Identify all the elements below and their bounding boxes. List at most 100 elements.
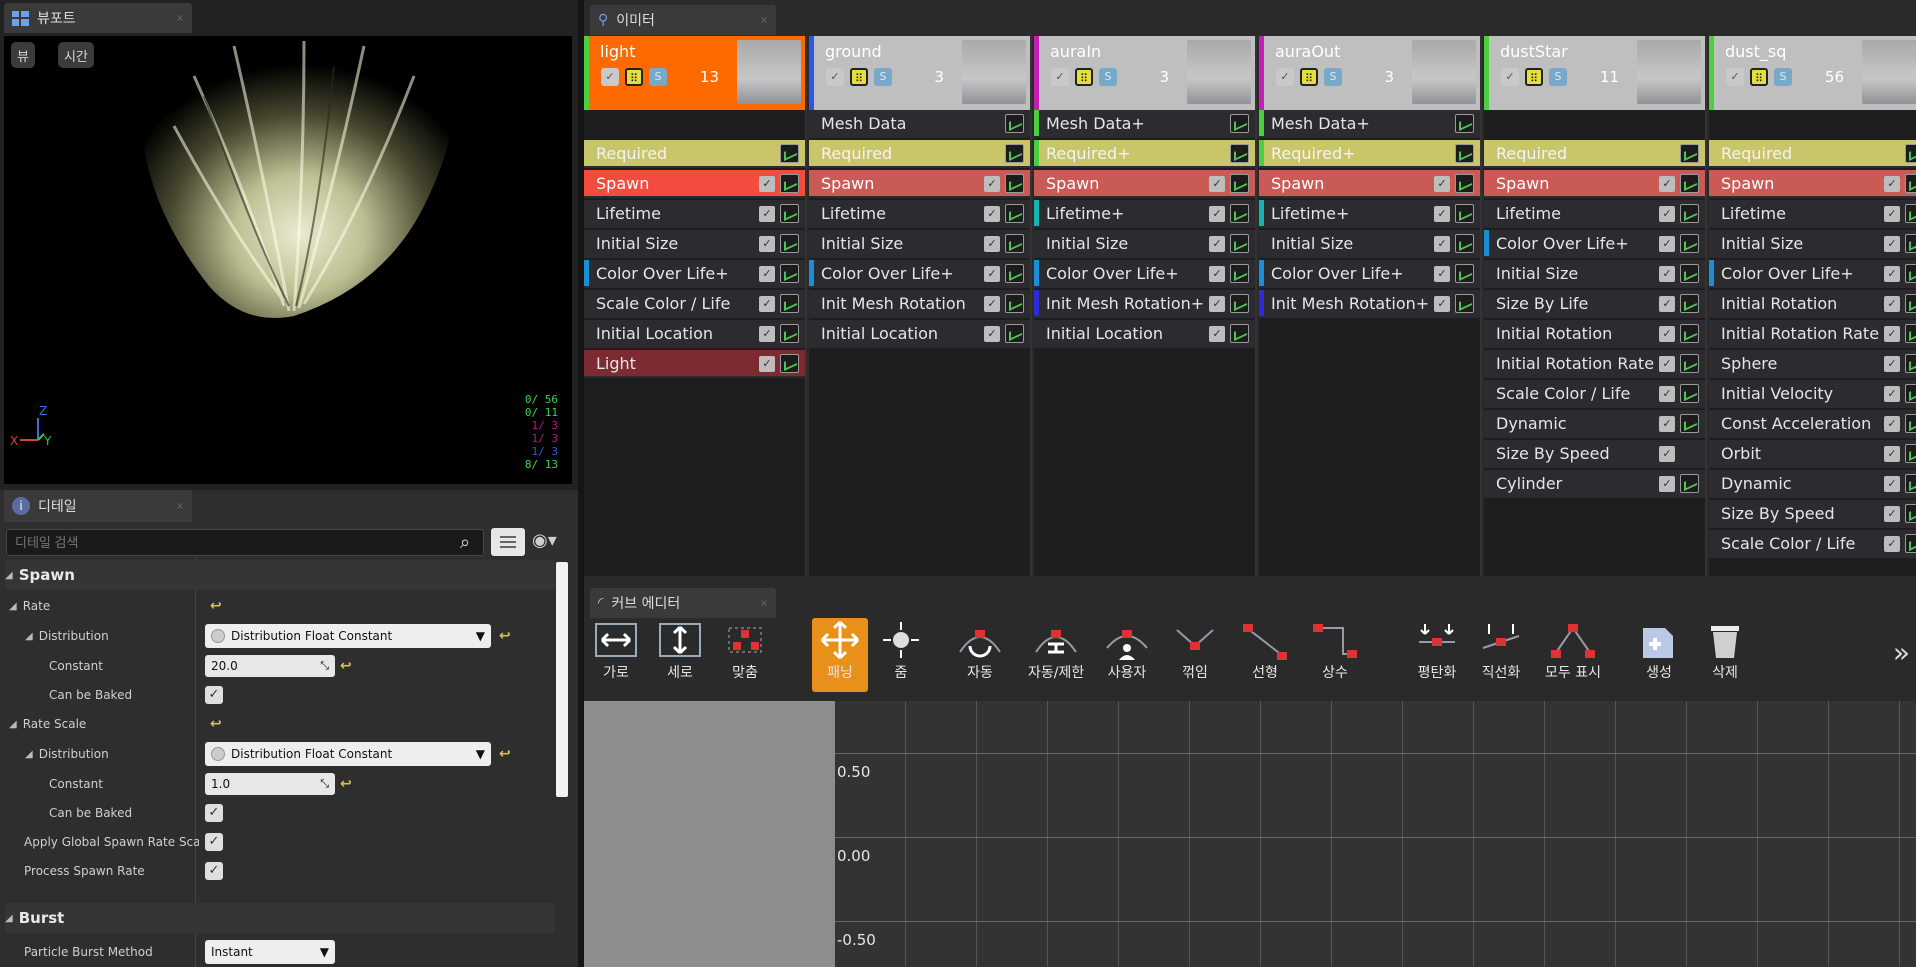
module-enable-checkbox[interactable]: ✓ (1434, 296, 1450, 312)
module-enable-checkbox[interactable]: ✓ (984, 266, 1000, 282)
module-enable-checkbox[interactable]: ✓ (1884, 326, 1900, 342)
module-row[interactable]: Initial Size ✓ (1034, 230, 1255, 258)
curve-graph-icon[interactable] (1005, 114, 1024, 133)
module-row[interactable]: Light ✓ (584, 350, 805, 378)
toolbar-horizontal-fit-button[interactable]: 가로 (592, 618, 640, 692)
module-row[interactable]: Spawn ✓ (584, 170, 805, 198)
emitter-header[interactable]: dustStar ✓ ⠿ S 11 (1484, 36, 1705, 110)
module-row[interactable]: Color Over Life+ ✓ (1709, 260, 1916, 288)
curve-graph-icon[interactable] (1455, 234, 1474, 253)
solo-icon[interactable]: ⠿ (850, 68, 868, 86)
module-row[interactable]: Initial Rotation ✓ (1484, 320, 1705, 348)
module-row[interactable]: Initial Rotation Rate ✓ (1709, 320, 1916, 348)
curve-graph-icon[interactable] (1905, 534, 1916, 553)
module-row[interactable]: Initial Size ✓ (1709, 230, 1916, 258)
s-toggle-icon[interactable]: S (1324, 68, 1342, 86)
module-row[interactable]: Initial Size ✓ (1484, 260, 1705, 288)
toolbar-user-tangent-button[interactable]: 사용자 (1103, 618, 1151, 692)
s-toggle-icon[interactable]: S (1549, 68, 1567, 86)
module-row[interactable]: Mesh Data (809, 110, 1030, 138)
curve-graph-icon[interactable] (1455, 114, 1474, 133)
distribution-dropdown[interactable]: Distribution Float Constant ▼ (205, 742, 491, 766)
module-row[interactable]: Dynamic ✓ (1709, 470, 1916, 498)
module-row[interactable]: Init Mesh Rotation ✓ (809, 290, 1030, 318)
curve-graph-icon[interactable] (1905, 504, 1916, 523)
emitter-header[interactable]: auraIn ✓ ⠿ S 3 (1034, 36, 1255, 110)
module-enable-checkbox[interactable]: ✓ (759, 236, 775, 252)
module-enable-checkbox[interactable]: ✓ (1659, 326, 1675, 342)
module-row[interactable]: Init Mesh Rotation+ ✓ (1034, 290, 1255, 318)
module-row[interactable]: Initial Rotation Rate ✓ (1484, 350, 1705, 378)
module-enable-checkbox[interactable]: ✓ (1434, 266, 1450, 282)
curve-graph-icon[interactable] (1455, 144, 1474, 163)
curve-graph-icon[interactable] (1680, 414, 1699, 433)
s-toggle-icon[interactable]: S (1774, 68, 1792, 86)
emitter-column-dust_sq[interactable]: dust_sq ✓ ⠿ S 56 Required Spawn ✓ Lifetime ✓… (1709, 36, 1916, 576)
module-enable-checkbox[interactable]: ✓ (1884, 476, 1900, 492)
module-row[interactable]: Lifetime+ ✓ (1259, 200, 1480, 228)
expand-icon[interactable]: ◢ (9, 601, 17, 612)
toolbar-constant-button[interactable]: 상수 (1311, 618, 1359, 692)
curve-graph-icon[interactable] (1680, 354, 1699, 373)
module-row[interactable]: Size By Life ✓ (1484, 290, 1705, 318)
curve-graph-icon[interactable] (1905, 294, 1916, 313)
apply-global-checkbox[interactable]: ✓ (205, 833, 223, 851)
toolbar-show-all-button[interactable]: 모두 표시 (1545, 618, 1601, 692)
eye-visibility-icon[interactable]: ◉▾ (532, 530, 557, 551)
curve-graph-icon[interactable] (1680, 294, 1699, 313)
constant-input[interactable]: 1.0 ⤡ (205, 773, 335, 795)
curve-graph-icon[interactable] (1230, 174, 1249, 193)
module-enable-checkbox[interactable]: ✓ (984, 236, 1000, 252)
module-row[interactable]: Const Acceleration ✓ (1709, 410, 1916, 438)
curve-graph-icon[interactable] (1680, 324, 1699, 343)
emitter-header[interactable]: auraOut ✓ ⠿ S 3 (1259, 36, 1480, 110)
module-enable-checkbox[interactable]: ✓ (1884, 236, 1900, 252)
curve-graph-icon[interactable] (1230, 264, 1249, 283)
module-row[interactable]: Mesh Data+ (1034, 110, 1255, 138)
curve-graph-icon[interactable] (1005, 294, 1024, 313)
baked-checkbox[interactable]: ✓ (205, 804, 223, 822)
module-row[interactable]: Spawn ✓ (1034, 170, 1255, 198)
enable-checkbox[interactable]: ✓ (601, 68, 619, 86)
module-row[interactable]: Required+ (1034, 140, 1255, 168)
module-enable-checkbox[interactable]: ✓ (984, 176, 1000, 192)
toolbar-zoom-button[interactable]: 줌 (877, 618, 925, 692)
curve-graph-icon[interactable] (1005, 174, 1024, 193)
module-enable-checkbox[interactable]: ✓ (1884, 356, 1900, 372)
module-enable-checkbox[interactable]: ✓ (1884, 266, 1900, 282)
module-row[interactable]: Spawn ✓ (1484, 170, 1705, 198)
enable-checkbox[interactable]: ✓ (1051, 68, 1069, 86)
curve-graph-icon[interactable] (1005, 264, 1024, 283)
module-row[interactable]: Init Mesh Rotation+ ✓ (1259, 290, 1480, 318)
curve-graph-icon[interactable] (1455, 264, 1474, 283)
module-row[interactable]: Required+ (1259, 140, 1480, 168)
module-enable-checkbox[interactable]: ✓ (1659, 176, 1675, 192)
search-icon[interactable]: ⌕ (460, 532, 470, 553)
module-row[interactable]: Required (1484, 140, 1705, 168)
curve-graph-icon[interactable] (1905, 324, 1916, 343)
curve-graph-icon[interactable] (1455, 204, 1474, 223)
toolbar-flatten-button[interactable]: 평탄화 (1413, 618, 1461, 692)
module-enable-checkbox[interactable]: ✓ (1659, 266, 1675, 282)
distribution-dropdown[interactable]: Distribution Float Constant ▼ (205, 624, 491, 648)
module-enable-checkbox[interactable]: ✓ (1659, 206, 1675, 222)
expand-icon[interactable]: ◢ (25, 749, 33, 760)
module-row[interactable]: Lifetime ✓ (584, 200, 805, 228)
module-row[interactable]: Lifetime ✓ (1709, 200, 1916, 228)
curve-graph-icon[interactable] (1905, 204, 1916, 223)
module-enable-checkbox[interactable]: ✓ (1884, 296, 1900, 312)
module-enable-checkbox[interactable]: ✓ (1659, 386, 1675, 402)
module-enable-checkbox[interactable]: ✓ (984, 206, 1000, 222)
module-enable-checkbox[interactable]: ✓ (1884, 446, 1900, 462)
toolbar-delete-button[interactable]: 삭제 (1701, 618, 1749, 692)
close-icon[interactable]: × (176, 501, 184, 512)
solo-icon[interactable]: ⠿ (1750, 68, 1768, 86)
module-enable-checkbox[interactable]: ✓ (984, 326, 1000, 342)
toolbar-create-button[interactable]: 생성 (1635, 618, 1683, 692)
curve-graph-icon[interactable] (780, 354, 799, 373)
module-row[interactable]: Orbit ✓ (1709, 440, 1916, 468)
module-enable-checkbox[interactable]: ✓ (984, 296, 1000, 312)
toolbar-auto-tangent-button[interactable]: 자동 (956, 618, 1004, 692)
emitter-column-light[interactable]: light ✓ ⠿ S 13 Required Spawn ✓ Lifetime ✓ In… (584, 36, 807, 576)
curve-graph-icon[interactable] (1905, 414, 1916, 433)
